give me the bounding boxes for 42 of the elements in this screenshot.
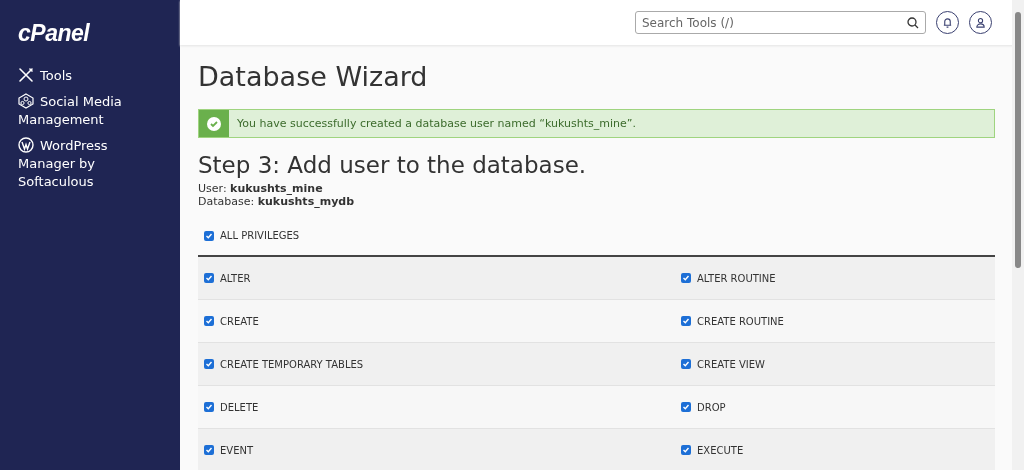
logo: cPanel <box>18 20 90 47</box>
detail-text: User: kukushts_mine <box>198 182 324 195</box>
search-icon <box>907 17 919 29</box>
search-field[interactable]: Search Tools (/) <box>635 11 926 34</box>
step-title: Step 3: Add user to the database. <box>198 152 587 178</box>
checkbox[interactable] <box>681 402 691 412</box>
bell-icon <box>942 17 953 28</box>
checkbox[interactable] <box>681 316 691 326</box>
wordpress-icon <box>18 137 34 153</box>
checkbox-label: ALTER <box>220 272 251 284</box>
checkbox-label: ALL PRIVILEGES <box>220 230 300 241</box>
checkbox[interactable] <box>681 359 691 369</box>
notifications-button[interactable] <box>936 11 959 34</box>
checkbox[interactable] <box>204 273 214 283</box>
checkbox[interactable] <box>204 230 214 241</box>
checkbox-label: ALTER ROUTINE <box>697 272 776 284</box>
checkbox-label: CREATE VIEW <box>697 358 765 370</box>
alert-message: You have successfully created a database user named “kukushts_mine”. <box>236 117 636 130</box>
checkbox[interactable] <box>204 445 214 455</box>
user-button[interactable] <box>969 11 992 34</box>
checkbox[interactable] <box>681 273 691 283</box>
checkbox[interactable] <box>681 445 691 455</box>
hexagon-icon <box>18 93 34 109</box>
check-circle-icon <box>207 116 221 131</box>
sidebar-item[interactable]: WordPress Manager by Softaculous <box>18 137 143 191</box>
tools-icon <box>18 67 34 83</box>
detail-text: Database: kukushts_mydb <box>198 195 356 208</box>
sidebar-item[interactable]: Social Media Management <box>18 93 143 129</box>
user-icon <box>975 17 986 28</box>
checkbox-label: CREATE <box>220 315 259 327</box>
checkbox-label: CREATE TEMPORARY TABLES <box>220 358 364 370</box>
checkbox-label: CREATE ROUTINE <box>697 315 784 327</box>
sidebar-item[interactable]: Tools <box>18 67 143 85</box>
page-title: Database Wizard <box>198 61 428 92</box>
checkbox[interactable] <box>204 402 214 412</box>
checkbox-label: EXECUTE <box>697 444 744 456</box>
checkbox-label: EVENT <box>220 444 254 456</box>
scrollbar[interactable] <box>1012 0 1024 470</box>
checkbox-label: DROP <box>697 401 726 413</box>
checkbox[interactable] <box>204 316 214 326</box>
checkbox-label: DELETE <box>220 401 259 413</box>
checkbox[interactable] <box>204 359 214 369</box>
